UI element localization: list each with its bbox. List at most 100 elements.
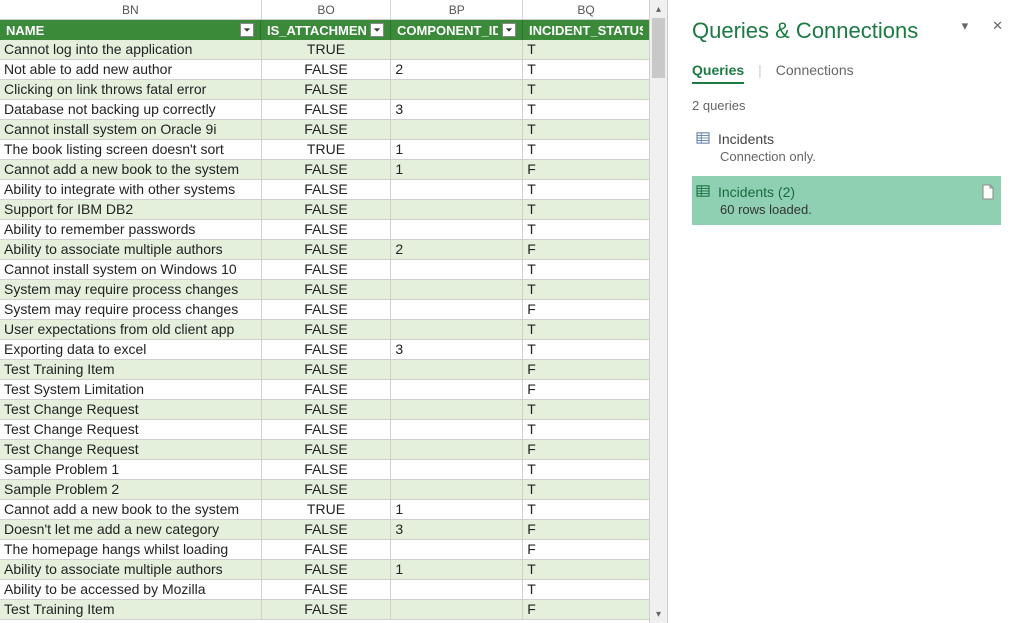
table-row[interactable]: Support for IBM DB2FALSET <box>0 200 649 220</box>
cell-incident-status[interactable]: T <box>523 320 649 339</box>
cell-incident-status[interactable]: F <box>523 380 649 399</box>
table-row[interactable]: Sample Problem 1FALSET <box>0 460 649 480</box>
cell-incident-status[interactable]: T <box>523 500 649 519</box>
cell-name[interactable]: Exporting data to excel <box>0 340 262 359</box>
cell-name[interactable]: Database not backing up correctly <box>0 100 262 119</box>
cell-incident-status[interactable]: T <box>523 560 649 579</box>
table-row[interactable]: Test System LimitationFALSEF <box>0 380 649 400</box>
cell-incident-status[interactable]: F <box>523 300 649 319</box>
cell-name[interactable]: Test Training Item <box>0 600 262 619</box>
cell-name[interactable]: Cannot install system on Windows 10 <box>0 260 262 279</box>
cell-is-attachments[interactable]: FALSE <box>262 280 392 299</box>
cell-is-attachments[interactable]: FALSE <box>262 260 392 279</box>
cell-is-attachments[interactable]: FALSE <box>262 440 392 459</box>
filter-dropdown-icon[interactable] <box>240 23 254 37</box>
scroll-down-icon[interactable]: ▾ <box>650 605 667 623</box>
cell-name[interactable]: Ability to remember passwords <box>0 220 262 239</box>
table-row[interactable]: Sample Problem 2FALSET <box>0 480 649 500</box>
table-row[interactable]: Exporting data to excelFALSE3T <box>0 340 649 360</box>
cell-name[interactable]: Ability to be accessed by Mozilla <box>0 580 262 599</box>
cell-component-ids[interactable] <box>391 40 523 59</box>
cell-component-ids[interactable]: 2 <box>391 240 523 259</box>
cell-is-attachments[interactable]: FALSE <box>262 360 392 379</box>
table-row[interactable]: System may require process changesFALSE T <box>0 280 649 300</box>
cell-incident-status[interactable]: T <box>523 60 649 79</box>
table-row[interactable]: Cannot log into the applicationTRUE T <box>0 40 649 60</box>
cell-component-ids[interactable]: 3 <box>391 100 523 119</box>
cell-name[interactable]: The homepage hangs whilst loading <box>0 540 262 559</box>
cell-is-attachments[interactable]: FALSE <box>262 220 392 239</box>
cell-component-ids[interactable] <box>391 260 523 279</box>
cell-name[interactable]: Clicking on link throws fatal error <box>0 80 262 99</box>
cell-name[interactable]: The book listing screen doesn't sort <box>0 140 262 159</box>
cell-component-ids[interactable]: 1 <box>391 560 523 579</box>
cell-incident-status[interactable]: T <box>523 120 649 139</box>
table-row[interactable]: The homepage hangs whilst loadingFALSE F <box>0 540 649 560</box>
cell-is-attachments[interactable]: TRUE <box>262 40 392 59</box>
cell-component-ids[interactable] <box>391 220 523 239</box>
cell-incident-status[interactable]: T <box>523 180 649 199</box>
cell-component-ids[interactable]: 3 <box>391 520 523 539</box>
cell-is-attachments[interactable]: FALSE <box>262 600 392 619</box>
cell-name[interactable]: Not able to add new author <box>0 60 262 79</box>
cell-name[interactable]: Test System Limitation <box>0 380 262 399</box>
cell-is-attachments[interactable]: FALSE <box>262 300 392 319</box>
cell-is-attachments[interactable]: FALSE <box>262 560 392 579</box>
cell-incident-status[interactable]: T <box>523 80 649 99</box>
tab-connections[interactable]: Connections <box>776 62 854 84</box>
cell-incident-status[interactable]: T <box>523 280 649 299</box>
cell-component-ids[interactable] <box>391 480 523 499</box>
cell-is-attachments[interactable]: FALSE <box>262 340 392 359</box>
cell-incident-status[interactable]: T <box>523 460 649 479</box>
table-row[interactable]: User expectations from old client appFAL… <box>0 320 649 340</box>
query-item[interactable]: IncidentsConnection only. <box>692 123 1001 172</box>
filter-dropdown-icon[interactable] <box>370 23 384 37</box>
cell-incident-status[interactable]: F <box>523 360 649 379</box>
cell-incident-status[interactable]: T <box>523 580 649 599</box>
table-row[interactable]: Doesn't let me add a new categoryFALSE3F <box>0 520 649 540</box>
cell-name[interactable]: Test Change Request <box>0 420 262 439</box>
scrollbar-thumb[interactable] <box>652 18 665 78</box>
cell-is-attachments[interactable]: FALSE <box>262 400 392 419</box>
cell-incident-status[interactable]: T <box>523 340 649 359</box>
cell-name[interactable]: System may require process changes <box>0 300 262 319</box>
table-row[interactable]: Ability to associate multiple authorsFAL… <box>0 240 649 260</box>
cell-name[interactable]: System may require process changes <box>0 280 262 299</box>
table-row[interactable]: Clicking on link throws fatal errorFALSE… <box>0 80 649 100</box>
cell-is-attachments[interactable]: FALSE <box>262 420 392 439</box>
cell-component-ids[interactable] <box>391 460 523 479</box>
vertical-scrollbar[interactable]: ▴ ▾ <box>649 0 667 623</box>
table-row[interactable]: Cannot install system on Oracle 9iFALSET <box>0 120 649 140</box>
header-component-ids[interactable]: COMPONENT_IDS <box>391 20 523 40</box>
cell-name[interactable]: Cannot install system on Oracle 9i <box>0 120 262 139</box>
cell-component-ids[interactable] <box>391 80 523 99</box>
cell-incident-status[interactable]: T <box>523 420 649 439</box>
cell-component-ids[interactable] <box>391 380 523 399</box>
cell-name[interactable]: Sample Problem 1 <box>0 460 262 479</box>
panel-menu-icon[interactable]: ▾ <box>962 18 969 34</box>
cell-component-ids[interactable] <box>391 280 523 299</box>
table-row[interactable]: Not able to add new authorFALSE2T <box>0 60 649 80</box>
cell-component-ids[interactable] <box>391 600 523 619</box>
cell-is-attachments[interactable]: FALSE <box>262 80 392 99</box>
col-header-bp[interactable]: BP <box>391 0 523 19</box>
table-row[interactable]: Test Change RequestFALSEF <box>0 440 649 460</box>
filter-dropdown-icon[interactable] <box>502 23 516 37</box>
cell-name[interactable]: Cannot log into the application <box>0 40 262 59</box>
cell-incident-status[interactable]: T <box>523 200 649 219</box>
cell-component-ids[interactable] <box>391 200 523 219</box>
cell-incident-status[interactable]: F <box>523 440 649 459</box>
cell-incident-status[interactable]: F <box>523 540 649 559</box>
cell-is-attachments[interactable]: FALSE <box>262 240 392 259</box>
table-row[interactable]: Ability to associate multiple authorsFAL… <box>0 560 649 580</box>
table-row[interactable]: Test Training ItemFALSEF <box>0 360 649 380</box>
cell-is-attachments[interactable]: FALSE <box>262 540 392 559</box>
cell-incident-status[interactable]: T <box>523 40 649 59</box>
header-name[interactable]: NAME <box>0 20 261 40</box>
cell-is-attachments[interactable]: FALSE <box>262 480 392 499</box>
cell-component-ids[interactable] <box>391 580 523 599</box>
table-row[interactable]: Database not backing up correctlyFALSE3T <box>0 100 649 120</box>
cell-name[interactable]: Test Change Request <box>0 400 262 419</box>
cell-incident-status[interactable]: F <box>523 600 649 619</box>
table-row[interactable]: Cannot add a new book to the systemTRUE1… <box>0 500 649 520</box>
